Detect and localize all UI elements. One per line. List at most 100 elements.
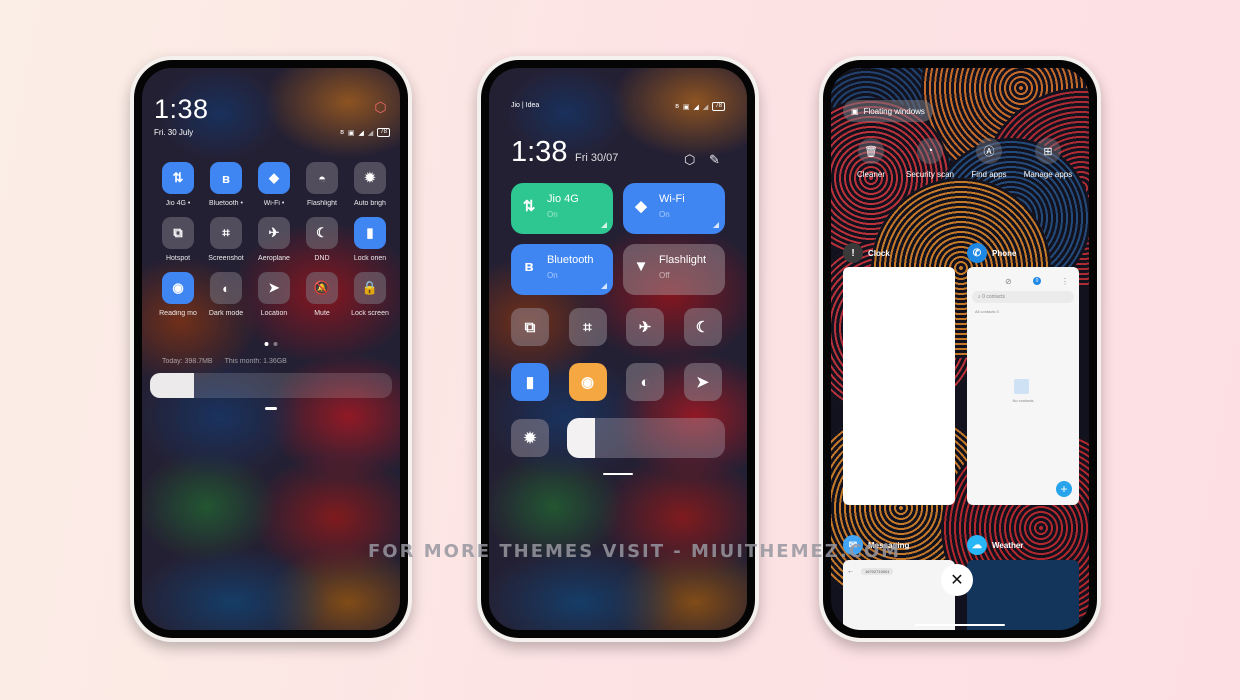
toggle-mobile-data[interactable]: ⇅ Jio 4G • <box>154 162 202 207</box>
app-header-weather[interactable]: ☁ Weather <box>967 535 1023 555</box>
contacts-search: ⌕ 0 contacts <box>972 291 1074 303</box>
toggle-dnd[interactable]: ☾ DND <box>298 217 346 262</box>
carrier-label: Jio | Idea <box>511 102 540 109</box>
battery-icon: 78 <box>712 102 725 111</box>
toggle-label: DND <box>314 255 330 262</box>
signal-2-icon: ◢ <box>367 129 374 137</box>
add-contact-icon: + <box>1056 481 1072 497</box>
empty-contacts-icon <box>1014 379 1029 394</box>
page-indicator <box>264 342 278 346</box>
toggle-label: Lock orien <box>353 255 387 262</box>
toggle-mute[interactable]: 🔕 Mute <box>298 272 346 317</box>
weather-app-icon: ☁ <box>967 535 987 555</box>
bluetooth-status-icon: ʙ <box>340 129 344 136</box>
clock-time: 1:38 <box>511 136 568 168</box>
toggle-reading-mode[interactable]: ◉ <box>568 363 607 401</box>
toggle-dark-mode[interactable]: ◐ Dark mode <box>202 272 250 317</box>
toggle-hotspot[interactable]: ⧉ <box>511 308 549 346</box>
reading-mode-icon: ◉ <box>162 272 194 304</box>
toggle-label: Wi-Fi • <box>263 200 285 207</box>
quick-action-security-scan[interactable]: ◔ Security scan <box>904 138 956 180</box>
brightness-slider[interactable] <box>150 373 392 398</box>
toggle-reading-mode[interactable]: ◉ Reading mo <box>154 272 202 317</box>
toggle-wifi[interactable]: ◆ Wi-Fi • <box>250 162 298 207</box>
quick-action-label: Cleaner <box>856 170 885 179</box>
close-icon: ✕ <box>950 572 964 589</box>
location-icon: ➤ <box>696 374 709 391</box>
tile-jio-4g[interactable]: ⇅ Jio 4G On <box>511 183 613 234</box>
toggle-location[interactable]: ➤ Location <box>250 272 298 317</box>
toggle-label: Auto brigh <box>354 200 386 207</box>
brightness-fill <box>150 373 194 398</box>
auto-brightness-icon: ✹ <box>354 162 386 194</box>
back-arrow-icon: ← <box>847 568 854 575</box>
toggle-grid: ⇅ Jio 4G • ʙ Bluetooth • ◆ Wi-Fi • ◓ Flashlight… <box>154 162 394 317</box>
drag-handle[interactable] <box>603 473 633 475</box>
toggle-aeroplane[interactable]: ✈ Aeroplane <box>250 217 298 262</box>
toggle-screenshot[interactable]: ⌗ <box>568 308 607 346</box>
toggle-lock-screen[interactable]: 🔒 Lock screen <box>346 272 394 317</box>
settings-gear-icon[interactable]: ⬡ <box>684 152 695 168</box>
brightness-slider[interactable] <box>567 418 725 458</box>
recent-card-clock[interactable] <box>843 267 955 505</box>
toggle-screenshot[interactable]: ⌗ Screenshot <box>202 217 250 262</box>
clock-time: 1:38 <box>154 94 209 124</box>
toggle-aeroplane[interactable]: ✈ <box>626 308 664 346</box>
find-apps-icon: Ⓐ <box>976 138 1002 164</box>
toggle-dnd[interactable]: ☾ <box>683 308 722 346</box>
toggle-label: Screenshot <box>208 255 244 262</box>
nfc-status-icon: ▣ <box>682 103 690 111</box>
tile-title: Jio 4G <box>547 193 579 205</box>
manage-apps-icon: ⊞ <box>1035 138 1061 164</box>
settings-gear-icon[interactable]: ⬡ <box>373 100 388 115</box>
app-header-phone[interactable]: ✆ Phone <box>967 243 1016 263</box>
clock-app-icon: ! <box>843 243 863 263</box>
toggle-label: Aeroplane <box>258 255 290 262</box>
dark-mode-icon: ◐ <box>210 272 242 304</box>
nfc-status-icon: ▣ <box>347 129 355 137</box>
tile-bluetooth[interactable]: ʙ Bluetooth On <box>511 244 613 295</box>
close-all-button[interactable]: ✕ <box>941 564 973 596</box>
expand-corner-icon[interactable] <box>601 222 607 228</box>
auto-brightness-button[interactable]: ✹ <box>511 419 549 457</box>
app-header-clock[interactable]: ! Clock <box>843 243 890 263</box>
toggle-dark-mode[interactable]: ◐ <box>626 363 664 401</box>
toggle-hotspot[interactable]: ⧉ Hotspot <box>154 217 202 262</box>
floating-windows-button[interactable]: ▣ Floating windows <box>843 100 933 122</box>
toggle-flashlight[interactable]: ◓ Flashlight <box>298 162 346 207</box>
quick-action-label: Security scan <box>905 170 955 179</box>
recent-card-weather[interactable] <box>967 560 1079 630</box>
data-usage: Today: 398.7MB This month: 1.36GB <box>162 358 287 365</box>
quick-action-find-apps[interactable]: Ⓐ Find apps <box>963 138 1015 180</box>
tile-title: Bluetooth <box>547 254 594 266</box>
search-placeholder: 0 contacts <box>982 294 1005 300</box>
toggle-lock-orientation[interactable]: ▮ Lock orien <box>346 217 394 262</box>
toggle-label: Dark mode <box>208 310 244 317</box>
dnd-icon: ☾ <box>695 319 710 336</box>
brightness-fill <box>567 418 596 458</box>
signal-icon: ◢ <box>358 129 364 137</box>
auto-brightness-icon: ✹ <box>523 430 537 447</box>
toggle-label: Reading mo <box>159 310 197 317</box>
app-name: Clock <box>868 248 890 258</box>
tile-flashlight[interactable]: ▼ Flashlight Off <box>623 244 725 295</box>
expand-corner-icon[interactable] <box>601 283 607 289</box>
wifi-icon: ◆ <box>258 162 290 194</box>
tile-wi-fi[interactable]: ◆ Wi-Fi On <box>623 183 725 234</box>
edit-icon[interactable]: ✎ <box>709 152 720 168</box>
toggle-bluetooth[interactable]: ʙ Bluetooth • <box>202 162 250 207</box>
toggle-location[interactable]: ➤ <box>683 363 722 401</box>
recent-card-messaging[interactable]: ← 16702710001 <box>843 560 955 630</box>
toggle-label: Mute <box>314 310 330 317</box>
toggle-auto-brightness[interactable]: ✹ Auto brigh <box>346 162 394 207</box>
quick-action-cleaner[interactable]: 🗑 Cleaner <box>845 138 897 180</box>
tile-title: Flashlight <box>659 254 707 266</box>
drag-handle[interactable] <box>265 407 277 410</box>
flashlight-icon: ◓ <box>306 162 338 194</box>
recent-card-phone[interactable]: ⊘ 0 ⋮ ⌕ 0 contacts All contacts 0 No con… <box>967 267 1079 505</box>
quick-action-manage-apps[interactable]: ⊞ Manage apps <box>1022 138 1074 180</box>
wi-fi-icon: ◆ <box>635 198 647 215</box>
expand-corner-icon[interactable] <box>713 222 719 228</box>
toggle-lock-orientation[interactable]: ▮ <box>511 363 549 401</box>
drag-handle[interactable] <box>915 624 1005 626</box>
